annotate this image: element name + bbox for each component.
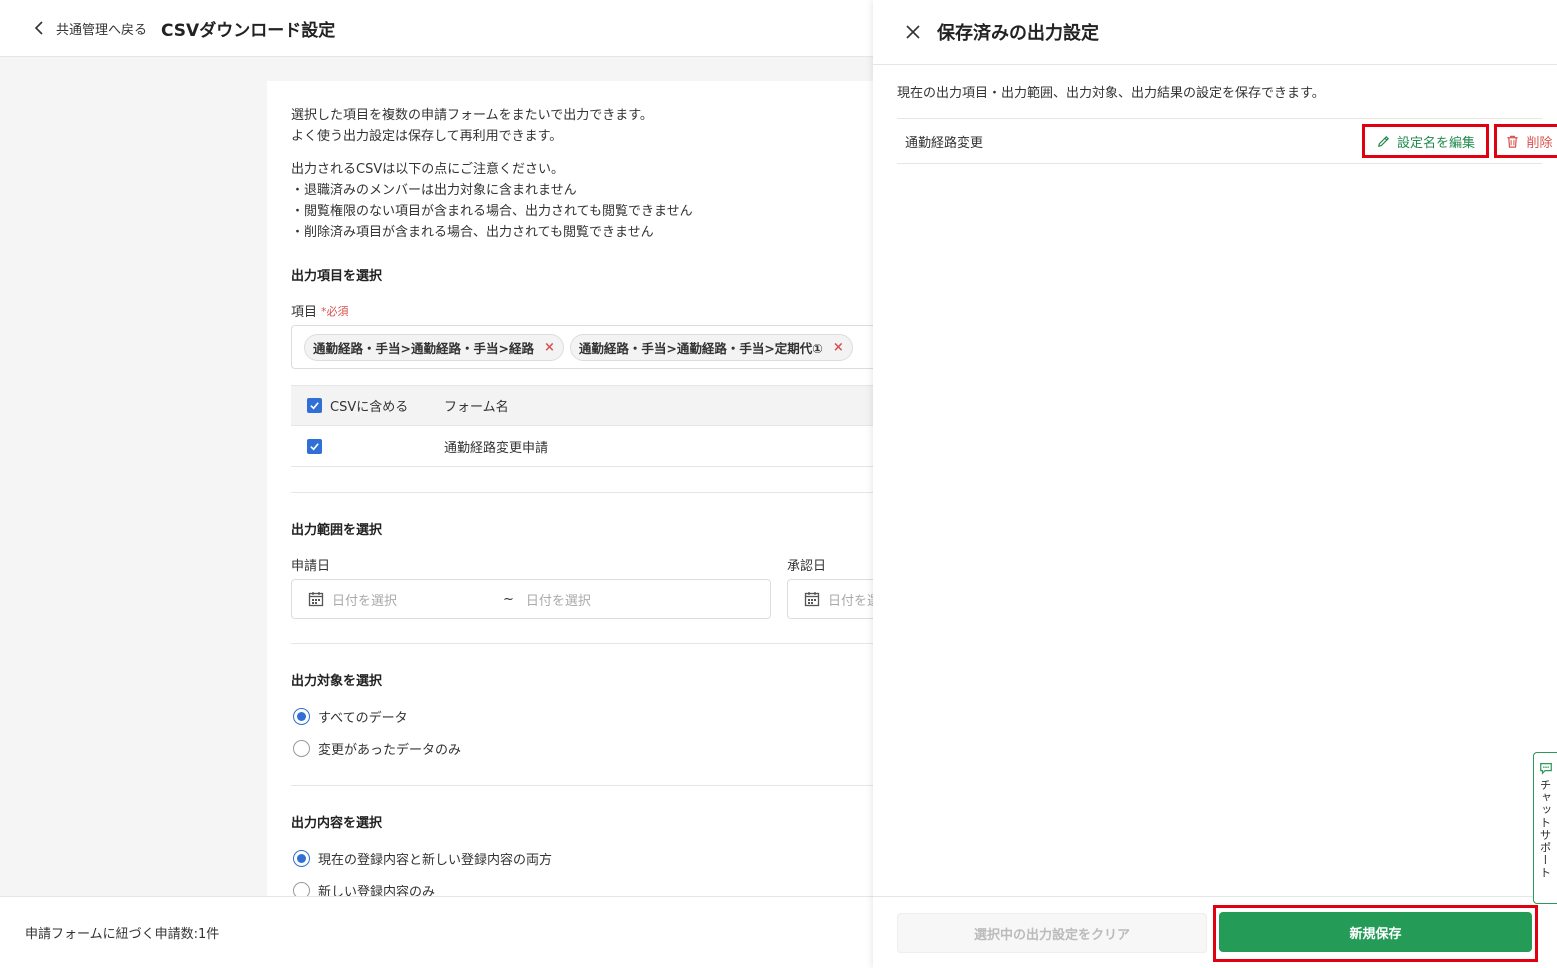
- section-divider: [291, 643, 887, 644]
- item-chip: 通勤経路・手当>通勤経路・手当>経路 ×: [304, 333, 564, 361]
- chip-remove-icon[interactable]: ×: [833, 340, 844, 355]
- radio-changed-data-label: 変更があったデータのみ: [318, 743, 462, 758]
- edit-name-label: 設定名を編集: [1396, 135, 1475, 151]
- radio-all-data[interactable]: すべてのデータ: [293, 707, 408, 726]
- check-icon: [310, 402, 319, 410]
- close-icon[interactable]: [905, 24, 921, 40]
- radio-all-data-label: すべてのデータ: [318, 711, 408, 726]
- intro-line-2: よく使う出力設定は保存して再利用できます。: [291, 129, 563, 144]
- radio-both-content[interactable]: 現在の登録内容と新しい登録内容の両方: [293, 849, 552, 868]
- intro-text: 選択した項目を複数の申請フォームをまたいで出力できます。 よく使う出力設定は保存…: [291, 105, 863, 243]
- back-link[interactable]: 共通管理へ戻る: [32, 19, 147, 38]
- range-section-title: 出力範囲を選択: [291, 523, 383, 538]
- col-csv-header: CSVに含める: [307, 396, 444, 415]
- section-divider: [291, 492, 887, 493]
- apply-date-start[interactable]: 日付を選択: [332, 590, 397, 609]
- calendar-icon: [804, 592, 820, 607]
- chat-support-label: チャットサポート: [1538, 779, 1553, 879]
- chat-support-tab[interactable]: チャットサポート: [1533, 752, 1557, 904]
- forms-table: CSVに含める フォーム名 通勤経路変更申請: [291, 385, 887, 467]
- page-title: CSVダウンロード設定: [161, 20, 336, 41]
- date-range-tilde: ~: [503, 591, 514, 607]
- target-section-title: 出力対象を選択: [291, 674, 383, 689]
- col-form-label: フォーム名: [444, 400, 509, 415]
- delete-button[interactable]: 削除: [1494, 124, 1557, 158]
- apply-date-label: 申請日: [291, 559, 331, 574]
- items-chip-input[interactable]: 通勤経路・手当>通勤経路・手当>経路 × 通勤経路・手当>通勤経路・手当>定期代…: [291, 325, 887, 369]
- panel-footer: 選択中の出力設定をクリア 新規保存: [873, 896, 1557, 968]
- list-item[interactable]: 通勤経路変更 設定名を編集 削除: [897, 118, 1557, 164]
- radio-both-content-label: 現在の登録内容と新しい登録内容の両方: [318, 853, 553, 868]
- approve-date-label: 承認日: [787, 559, 827, 574]
- radio-changed-data[interactable]: 変更があったデータのみ: [293, 739, 461, 758]
- delete-label: 削除: [1526, 135, 1553, 151]
- note-1: ・退職済みのメンバーは出力対象に含まれません: [291, 183, 577, 198]
- note-title: 出力されるCSVは以下の点にご注意ください。: [291, 162, 564, 177]
- table-row: 通勤経路変更申請: [291, 426, 887, 467]
- apply-date-range-input[interactable]: 日付を選択 ~ 日付を選択: [291, 579, 771, 619]
- application-count: 申請フォームに紐づく申請数:1件: [25, 927, 220, 942]
- item-chip-label: 通勤経路・手当>通勤経路・手当>経路: [313, 340, 534, 356]
- chat-bubble-icon: [1539, 763, 1552, 775]
- table-header: CSVに含める フォーム名: [291, 385, 887, 426]
- panel-header: 保存済みの出力設定: [873, 0, 1557, 65]
- items-field-label-row: 項目 *必須: [291, 301, 349, 321]
- section-divider: [291, 785, 887, 786]
- calendar-icon: [308, 592, 324, 607]
- pencil-icon: [1377, 135, 1390, 147]
- radio-button-selected[interactable]: [293, 850, 310, 867]
- item-chip: 通勤経路・手当>通勤経路・手当>定期代① ×: [569, 333, 853, 361]
- items-section-title: 出力項目を選択: [291, 269, 383, 284]
- chevron-left-icon: [34, 21, 43, 35]
- note-2: ・閲覧権限のない項目が含まれる場合、出力されても閲覧できません: [291, 204, 693, 219]
- intro-line-1: 選択した項目を複数の申請フォームをまたいで出力できます。: [291, 108, 653, 123]
- radio-button-selected[interactable]: [293, 708, 310, 725]
- select-all-checkbox[interactable]: [307, 398, 322, 413]
- col-csv-label: CSVに含める: [330, 400, 409, 415]
- content-section-title: 出力内容を選択: [291, 816, 383, 831]
- edit-name-button[interactable]: 設定名を編集: [1362, 124, 1489, 158]
- saved-settings-panel: 保存済みの出力設定 現在の出力項目・出力範囲、出力対象、出力結果の設定を保存でき…: [873, 0, 1557, 968]
- required-mark: *必須: [321, 304, 349, 318]
- approve-date-range-input[interactable]: 日付を選: [787, 579, 887, 619]
- bottom-bar: 申請フォームに紐づく申請数:1件: [0, 896, 873, 968]
- new-save-button[interactable]: 新規保存: [1219, 912, 1532, 952]
- clear-selection-button[interactable]: 選択中の出力設定をクリア: [897, 913, 1207, 953]
- apply-date-end[interactable]: 日付を選択: [526, 590, 591, 609]
- panel-title: 保存済みの出力設定: [937, 23, 1099, 44]
- back-link-label: 共通管理へ戻る: [56, 22, 148, 38]
- note-3: ・削除済み項目が含まれる場合、出力されても閲覧できません: [291, 225, 654, 240]
- row-csv-cell: [307, 438, 444, 454]
- save-button-highlight: 新規保存: [1213, 905, 1538, 962]
- row-checkbox[interactable]: [307, 438, 322, 454]
- trash-icon: [1507, 135, 1519, 148]
- items-field-label: 項目: [291, 305, 318, 320]
- item-chip-label: 通勤経路・手当>通勤経路・手当>定期代①: [578, 340, 823, 356]
- panel-description: 現在の出力項目・出力範囲、出力対象、出力結果の設定を保存できます。: [897, 86, 1325, 101]
- check-icon: [310, 442, 319, 450]
- settings-card: 選択した項目を複数の申請フォームをまたいで出力できます。 よく使う出力設定は保存…: [267, 81, 887, 911]
- radio-button[interactable]: [293, 740, 310, 757]
- row-form-name: 通勤経路変更申請: [444, 440, 549, 456]
- chip-remove-icon[interactable]: ×: [544, 340, 555, 355]
